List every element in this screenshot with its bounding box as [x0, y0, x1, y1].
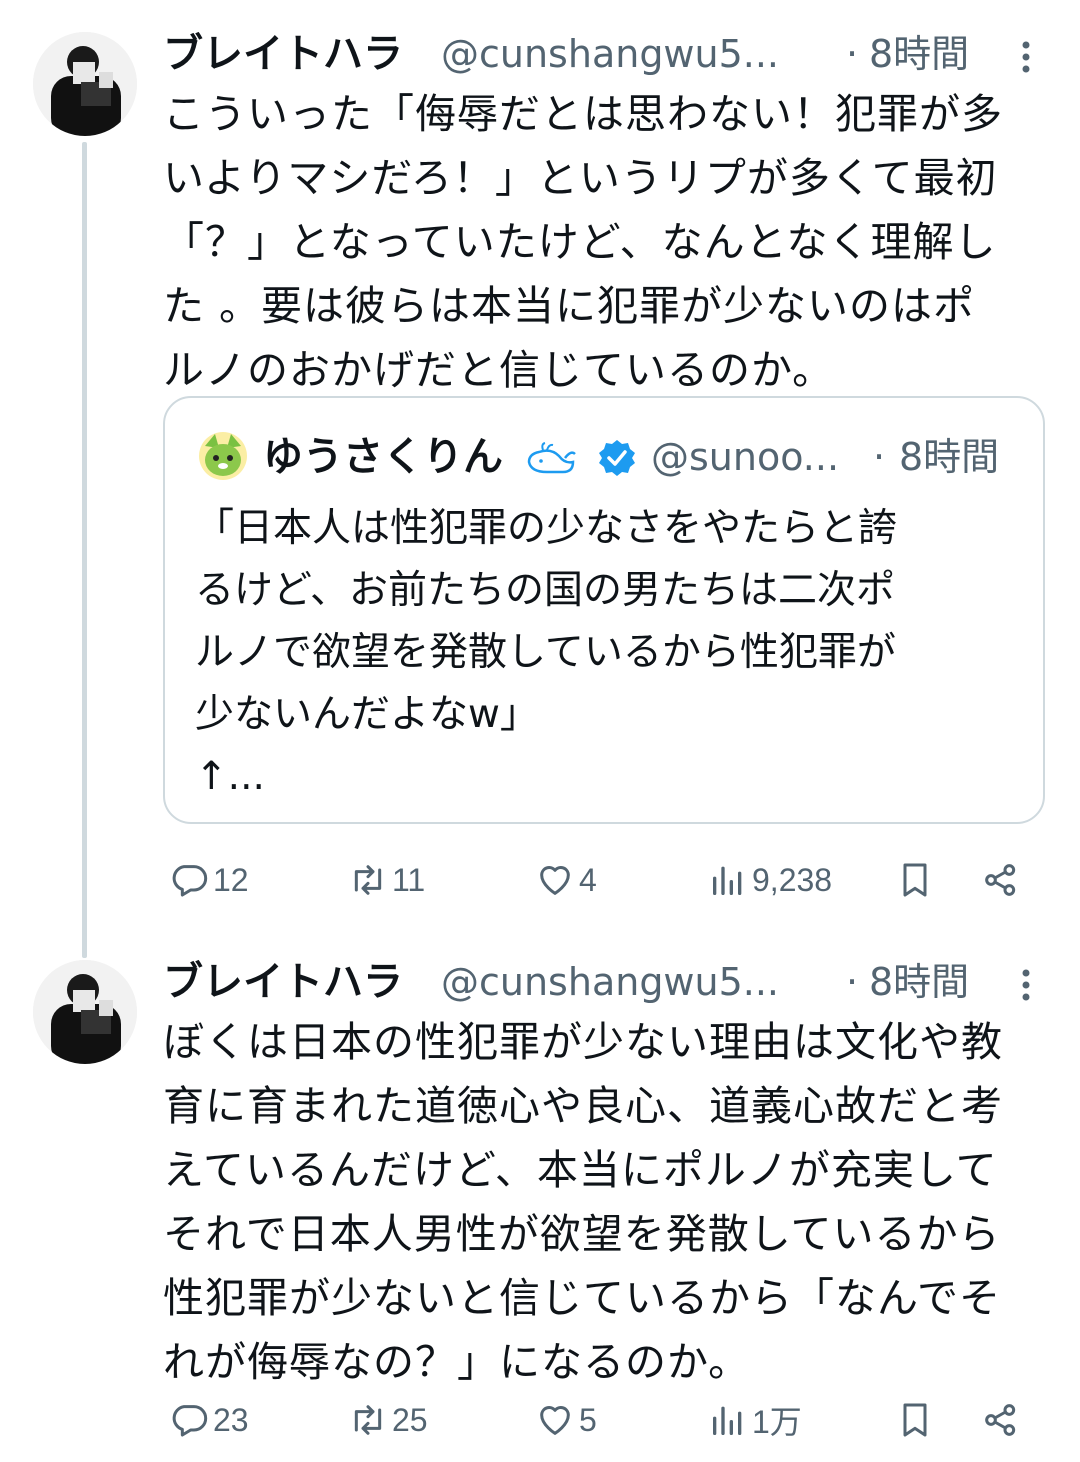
tweet-header: ブレイトハラ @cunshangwu5... · 8時間 [163, 954, 1043, 1010]
quote-user-handle[interactable]: @sunoo... [651, 428, 839, 486]
retweet-count: 11 [392, 861, 426, 898]
display-name[interactable]: ブレイトハラ [163, 26, 403, 82]
like-icon [540, 1406, 570, 1435]
share-button[interactable] [981, 850, 1021, 910]
views-icon [713, 866, 742, 895]
like-count: 5 [579, 1401, 597, 1438]
like-count: 4 [579, 861, 597, 898]
share-icon [985, 1404, 1016, 1436]
bookmark-icon [903, 863, 927, 897]
quote-display-name[interactable]: ゆうさくりん [263, 428, 503, 486]
timestamp[interactable]: 8時間 [869, 26, 969, 82]
reply-button[interactable]: 12 [169, 850, 249, 910]
tweet-actions: 23 25 5 1万 [163, 1390, 1043, 1450]
whale-emoji-icon [527, 442, 576, 474]
more-icon[interactable] [1013, 968, 1039, 1002]
quoted-tweet[interactable]: ゆうさくりん @sunoo... · 8時間 「日本人は性犯罪の少なさをやたらと… [163, 396, 1045, 824]
views-icon [713, 1406, 742, 1435]
retweet-button[interactable]: 11 [348, 850, 425, 910]
quote-avatar [199, 432, 247, 480]
verified-badge-icon [599, 440, 635, 476]
like-button[interactable]: 4 [535, 850, 597, 910]
share-icon [985, 864, 1016, 896]
retweet-icon [354, 1405, 382, 1435]
retweet-count: 25 [392, 1401, 428, 1438]
views-button[interactable]: 1万 [708, 1390, 802, 1450]
tweet-header: ブレイトハラ @cunshangwu5... · 8時間 [163, 26, 1043, 82]
share-button[interactable] [981, 1390, 1021, 1450]
reply-icon [172, 865, 208, 897]
reply-count: 23 [213, 1401, 249, 1438]
display-name[interactable]: ブレイトハラ [163, 954, 403, 1010]
tweet-text: こういった「侮辱だとは思わない！犯罪が多 いよりマシだろ！」というリプが多くて最… [163, 90, 1003, 394]
bookmark-icon [903, 1403, 927, 1437]
like-button[interactable]: 5 [535, 1390, 597, 1450]
avatar[interactable] [33, 960, 137, 1064]
avatar[interactable] [33, 32, 137, 136]
retweet-icon [354, 865, 382, 895]
reply-count: 12 [213, 861, 249, 898]
views-button[interactable]: 9,238 [708, 850, 832, 910]
reply-button[interactable]: 23 [169, 1390, 249, 1450]
quote-text: 「日本人は性犯罪の少なさをやたらと誇 るけど、お前たちの国の男たちは二次ポ ルノ… [195, 506, 898, 799]
bookmark-button[interactable] [895, 1390, 935, 1450]
retweet-button[interactable]: 25 [348, 1390, 428, 1450]
tweet-actions: 12 11 4 9,238 [163, 850, 1043, 910]
timestamp[interactable]: 8時間 [869, 954, 969, 1010]
user-handle[interactable]: @cunshangwu5... [441, 954, 779, 1010]
tweet-text: ぼくは日本の性犯罪が少ない理由は文化や教 育に育まれた道徳心や良心、道義心故だと… [163, 1018, 1003, 1386]
reply-icon [172, 1405, 208, 1437]
thread-connector-line [82, 142, 87, 958]
views-count: 1万 [752, 1404, 802, 1440]
bookmark-button[interactable] [895, 850, 935, 910]
separator-dot: · [846, 960, 859, 1004]
separator-dot: · [846, 32, 859, 76]
views-count: 9,238 [752, 861, 833, 898]
user-handle[interactable]: @cunshangwu5... [441, 26, 779, 82]
separator-dot: · [873, 435, 886, 479]
more-icon[interactable] [1013, 40, 1039, 74]
like-icon [540, 866, 570, 895]
quote-timestamp[interactable]: 8時間 [899, 428, 999, 486]
